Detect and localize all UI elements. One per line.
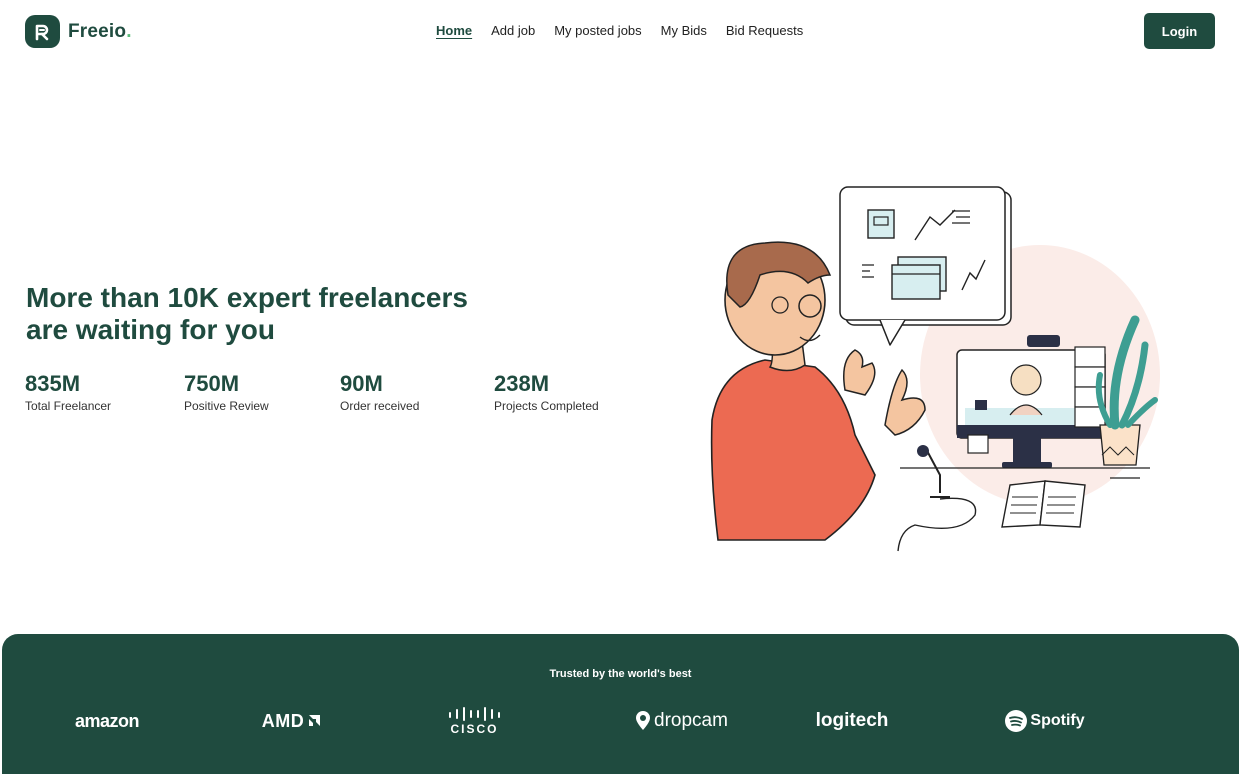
hero-illustration xyxy=(640,175,1220,560)
nav-my-bids[interactable]: My Bids xyxy=(661,23,707,38)
nav-home[interactable]: Home xyxy=(436,23,472,38)
stat-label: Total Freelancer xyxy=(25,399,112,413)
trusted-heading: Trusted by the world's best xyxy=(549,668,692,680)
login-button[interactable]: Login xyxy=(1144,13,1215,49)
stat-positive-review: 750M Positive Review xyxy=(184,370,334,413)
trusted-brands-section: Trusted by the world's best amazon AMD C… xyxy=(2,634,1239,774)
brand-logitech-logo: logitech xyxy=(815,710,889,731)
stat-label: Order received xyxy=(340,399,420,413)
logo[interactable]: Freeio. xyxy=(25,15,132,48)
stat-value: 238M xyxy=(494,371,550,396)
brand-amd-logo: AMD xyxy=(252,706,332,736)
brand-spotify-logo: Spotify xyxy=(1000,706,1090,736)
stat-label: Projects Completed xyxy=(494,399,599,413)
logo-text: Freeio. xyxy=(68,20,132,42)
stat-label: Positive Review xyxy=(184,399,269,413)
stat-value: 835M xyxy=(25,371,81,396)
site-header: Freeio. Home Add job My posted jobs My B… xyxy=(0,0,1241,64)
brand-dropcam-logo: dropcam xyxy=(624,706,739,736)
brand-amazon-logo: amazon xyxy=(74,710,140,731)
stat-value: 750M xyxy=(184,371,240,396)
brand-cisco-logo: CISCO xyxy=(448,706,500,736)
stat-order-received: 90M Order received xyxy=(340,370,490,413)
main-nav: Home Add job My posted jobs My Bids Bid … xyxy=(436,23,803,38)
nav-add-job[interactable]: Add job xyxy=(491,23,535,38)
nav-my-posted-jobs[interactable]: My posted jobs xyxy=(554,23,641,38)
stat-value: 90M xyxy=(340,371,383,396)
hero-title: More than 10K expert freelancers are wai… xyxy=(26,282,468,345)
stat-total-freelancer: 835M Total Freelancer xyxy=(25,370,175,413)
stat-projects-completed: 238M Projects Completed xyxy=(494,370,644,413)
logo-mark-icon xyxy=(25,15,60,48)
nav-bid-requests[interactable]: Bid Requests xyxy=(726,23,803,38)
